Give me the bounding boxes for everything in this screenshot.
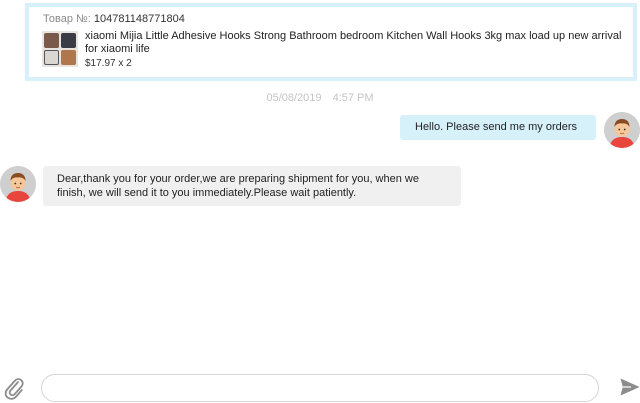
product-thumbnail[interactable] xyxy=(42,31,78,67)
timestamp-date: 05/08/2019 xyxy=(266,92,322,104)
thumb-tile xyxy=(61,33,76,48)
seller-avatar xyxy=(0,166,36,202)
order-number-row: Товар №: 104781148771804 xyxy=(43,12,185,26)
thumb-tile xyxy=(44,33,59,48)
paperclip-icon[interactable] xyxy=(3,376,25,400)
seller-avatar-icon xyxy=(0,166,36,202)
order-number-label: Товар №: xyxy=(43,13,91,25)
outgoing-message-bubble: Hello. Please send me my orders xyxy=(400,115,596,140)
order-card[interactable]: Товар №: 104781148771804 xiaomi Mijia Li… xyxy=(25,3,637,81)
message-input[interactable] xyxy=(41,374,599,402)
thumb-tile xyxy=(61,50,76,65)
incoming-message-bubble: Dear,thank you for your order,we are pre… xyxy=(43,166,461,206)
order-number-value: 104781148771804 xyxy=(93,13,185,25)
product-price: $17.97 x 2 xyxy=(85,58,132,69)
timestamp-time: 4:57 PM xyxy=(332,92,374,104)
message-timestamp: 05/08/2019 4:57 PM xyxy=(0,92,640,104)
user-avatar-icon xyxy=(604,112,640,148)
product-title[interactable]: xiaomi Mijia Little Adhesive Hooks Stron… xyxy=(85,30,625,56)
user-avatar xyxy=(604,112,640,148)
send-icon[interactable] xyxy=(620,378,640,396)
thumb-tile xyxy=(44,50,59,65)
